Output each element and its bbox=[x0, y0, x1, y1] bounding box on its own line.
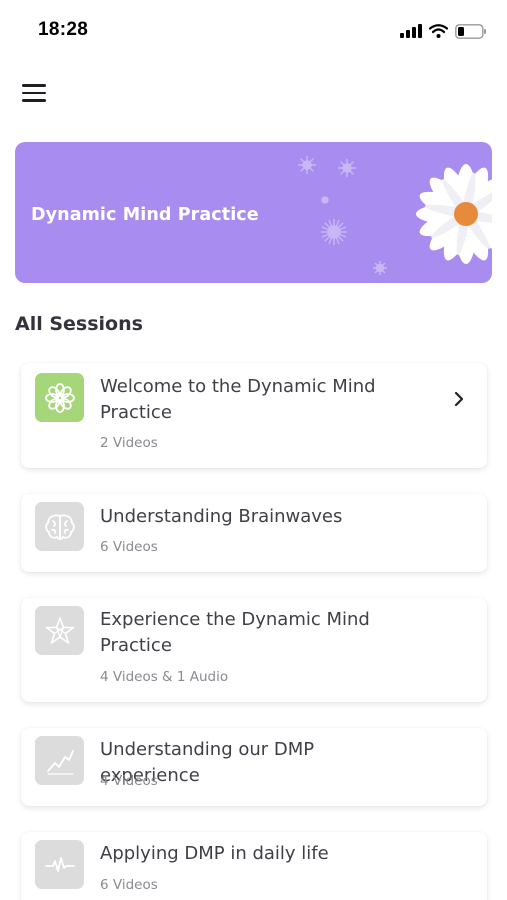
chevron-right-icon[interactable] bbox=[453, 390, 465, 408]
session-meta: 4 Videos & 1 Audio bbox=[100, 669, 229, 685]
heartbeat-icon bbox=[44, 856, 75, 872]
session-card-experience[interactable]: Experience the Dynamic Mind Practice 4 V… bbox=[21, 598, 487, 702]
chart-icon bbox=[46, 749, 74, 775]
session-title: Applying DMP in daily life bbox=[100, 843, 329, 864]
session-title: Experience the Dynamic Mind Practice bbox=[100, 609, 370, 656]
signal-icon bbox=[400, 24, 422, 38]
session-card-dmp-experience[interactable]: Understanding our DMP experience 4 Video… bbox=[21, 728, 487, 806]
section-title-all-sessions: All Sessions bbox=[15, 313, 143, 335]
star-icon-tile bbox=[35, 606, 84, 655]
chart-icon-tile bbox=[35, 736, 84, 785]
hamburger-menu-icon[interactable] bbox=[22, 82, 48, 104]
session-card-daily-life[interactable]: Applying DMP in daily life 6 Videos bbox=[21, 832, 487, 900]
featured-banner[interactable]: Dynamic Mind Practice bbox=[15, 142, 492, 283]
session-meta: 4 Videos bbox=[100, 773, 158, 789]
wifi-icon bbox=[429, 24, 448, 38]
session-title: Understanding Brainwaves bbox=[100, 506, 343, 527]
menu-line bbox=[22, 84, 46, 87]
session-meta: 6 Videos bbox=[100, 539, 158, 555]
brain-icon-tile bbox=[35, 502, 84, 551]
heartbeat-icon-tile bbox=[35, 840, 84, 889]
battery-icon bbox=[455, 23, 486, 39]
menu-line bbox=[22, 99, 46, 102]
session-title: Welcome to the Dynamic Mind Practice bbox=[100, 376, 376, 423]
status-time: 18:28 bbox=[38, 19, 89, 40]
status-bar: 18:28 bbox=[0, 0, 507, 62]
banner-title: Dynamic Mind Practice bbox=[31, 205, 259, 225]
lotus-icon bbox=[44, 382, 75, 413]
brain-icon bbox=[44, 514, 75, 540]
session-card-welcome[interactable]: Welcome to the Dynamic Mind Practice 2 V… bbox=[21, 363, 487, 468]
session-card-brainwaves[interactable]: Understanding Brainwaves 6 Videos bbox=[21, 494, 487, 572]
lotus-icon-tile bbox=[35, 373, 84, 422]
star-icon bbox=[45, 616, 74, 644]
session-meta: 2 Videos bbox=[100, 435, 158, 451]
status-icons bbox=[400, 21, 487, 41]
menu-line bbox=[22, 91, 46, 95]
session-meta: 6 Videos bbox=[100, 877, 158, 893]
